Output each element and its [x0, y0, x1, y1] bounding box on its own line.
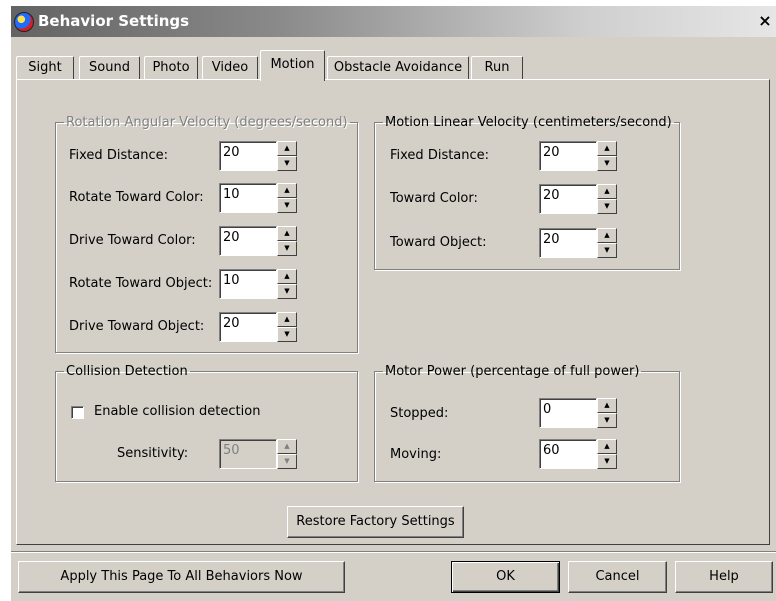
spin-up-icon[interactable]: ▲	[597, 228, 617, 243]
spin-down-icon[interactable]: ▼	[277, 454, 297, 469]
rotate-toward-object-spinner: 10 ▲ ▼	[219, 269, 299, 299]
motor-moving-spinner: 60 ▲ ▼	[539, 439, 619, 469]
collision-detection-legend: Collision Detection	[66, 364, 188, 379]
spin-down-icon[interactable]: ▼	[597, 413, 617, 428]
spin-down-icon[interactable]: ▼	[277, 241, 297, 256]
sensitivity-input[interactable]: 50	[219, 439, 277, 469]
window-title: Behavior Settings	[38, 12, 190, 30]
motion-tab-panel: Rotation Angular Velocity (degrees/secon…	[16, 79, 770, 545]
apply-all-behaviors-button[interactable]: Apply This Page To All Behaviors Now	[18, 561, 345, 593]
spin-up-icon[interactable]: ▲	[277, 269, 297, 284]
linear-toward-object-input[interactable]: 20	[539, 228, 597, 258]
enable-collision-checkbox[interactable]	[71, 406, 84, 419]
rotate-toward-color-spinner: 10 ▲ ▼	[219, 183, 299, 213]
restore-factory-settings-button[interactable]: Restore Factory Settings	[287, 506, 464, 538]
rotate-toward-object-label: Rotate Toward Object:	[69, 276, 213, 291]
spin-down-icon[interactable]: ▼	[597, 199, 617, 214]
spin-down-icon[interactable]: ▼	[277, 327, 297, 342]
spin-up-icon[interactable]: ▲	[277, 312, 297, 327]
tab-run[interactable]: Run	[471, 56, 523, 80]
tab-photo[interactable]: Photo	[144, 56, 198, 80]
spin-up-icon[interactable]: ▲	[597, 398, 617, 413]
help-button[interactable]: Help	[675, 561, 773, 593]
title-bar[interactable]: Behavior Settings ×	[11, 6, 776, 37]
drive-toward-object-spinner: 20 ▲ ▼	[219, 312, 299, 342]
spin-down-icon[interactable]: ▼	[597, 156, 617, 171]
rotate-toward-color-label: Rotate Toward Color:	[69, 190, 204, 205]
close-icon[interactable]: ×	[757, 13, 773, 29]
spin-up-icon[interactable]: ▲	[277, 183, 297, 198]
motor-moving-label: Moving:	[390, 447, 442, 462]
motor-power-legend: Motor Power (percentage of full power)	[385, 364, 640, 379]
rotate-toward-color-input[interactable]: 10	[219, 183, 277, 213]
rotation-fixed-distance-spinner: 20 ▲ ▼	[219, 141, 299, 171]
drive-toward-color-input[interactable]: 20	[219, 226, 277, 256]
drive-toward-object-input[interactable]: 20	[219, 312, 277, 342]
spin-down-icon[interactable]: ▼	[277, 198, 297, 213]
linear-fixed-distance-label: Fixed Distance:	[390, 148, 490, 163]
linear-toward-object-label: Toward Object:	[390, 235, 487, 250]
motor-power-group: Motor Power (percentage of full power)	[374, 364, 680, 482]
drive-toward-color-spinner: 20 ▲ ▼	[219, 226, 299, 256]
linear-fixed-distance-input[interactable]: 20	[539, 141, 597, 171]
tab-sound[interactable]: Sound	[79, 56, 140, 80]
linear-velocity-legend: Motion Linear Velocity (centimeters/seco…	[385, 115, 672, 130]
drive-toward-color-label: Drive Toward Color:	[69, 233, 196, 248]
linear-fixed-distance-spinner: 20 ▲ ▼	[539, 141, 619, 171]
motor-stopped-label: Stopped:	[390, 406, 449, 421]
rotation-fixed-distance-input[interactable]: 20	[219, 141, 277, 171]
spin-down-icon[interactable]: ▼	[277, 284, 297, 299]
behavior-settings-dialog: Behavior Settings × Sight Sound Photo Vi…	[10, 5, 776, 601]
spin-up-icon[interactable]: ▲	[277, 439, 297, 454]
enable-collision-label[interactable]: Enable collision detection	[94, 404, 260, 419]
tab-obstacle-avoidance[interactable]: Obstacle Avoidance	[327, 56, 469, 80]
sensitivity-label: Sensitivity:	[117, 446, 189, 461]
tab-video[interactable]: Video	[202, 56, 258, 80]
rotation-velocity-legend: Rotation Angular Velocity (degrees/secon…	[66, 115, 348, 130]
spin-down-icon[interactable]: ▼	[277, 156, 297, 171]
spin-down-icon[interactable]: ▼	[597, 243, 617, 258]
cancel-button[interactable]: Cancel	[568, 561, 667, 593]
spin-up-icon[interactable]: ▲	[277, 226, 297, 241]
motor-stopped-input[interactable]: 0	[539, 398, 597, 428]
linear-toward-object-spinner: 20 ▲ ▼	[539, 228, 619, 258]
spin-up-icon[interactable]: ▲	[597, 141, 617, 156]
sensitivity-spinner: 50 ▲ ▼	[219, 439, 299, 469]
tab-sight[interactable]: Sight	[16, 56, 74, 80]
spin-up-icon[interactable]: ▲	[277, 141, 297, 156]
app-icon	[14, 12, 34, 32]
linear-toward-color-spinner: 20 ▲ ▼	[539, 184, 619, 214]
collision-detection-group: Collision Detection	[55, 364, 358, 482]
spin-up-icon[interactable]: ▲	[597, 439, 617, 454]
linear-toward-color-label: Toward Color:	[390, 191, 478, 206]
spin-up-icon[interactable]: ▲	[597, 184, 617, 199]
rotate-toward-object-input[interactable]: 10	[219, 269, 277, 299]
drive-toward-object-label: Drive Toward Object:	[69, 319, 205, 334]
rotation-fixed-distance-label: Fixed Distance:	[69, 148, 169, 163]
footer-separator	[11, 551, 776, 553]
ok-button[interactable]: OK	[451, 561, 560, 593]
tab-motion[interactable]: Motion	[260, 50, 325, 81]
motor-stopped-spinner: 0 ▲ ▼	[539, 398, 619, 428]
motor-moving-input[interactable]: 60	[539, 439, 597, 469]
linear-toward-color-input[interactable]: 20	[539, 184, 597, 214]
spin-down-icon[interactable]: ▼	[597, 454, 617, 469]
